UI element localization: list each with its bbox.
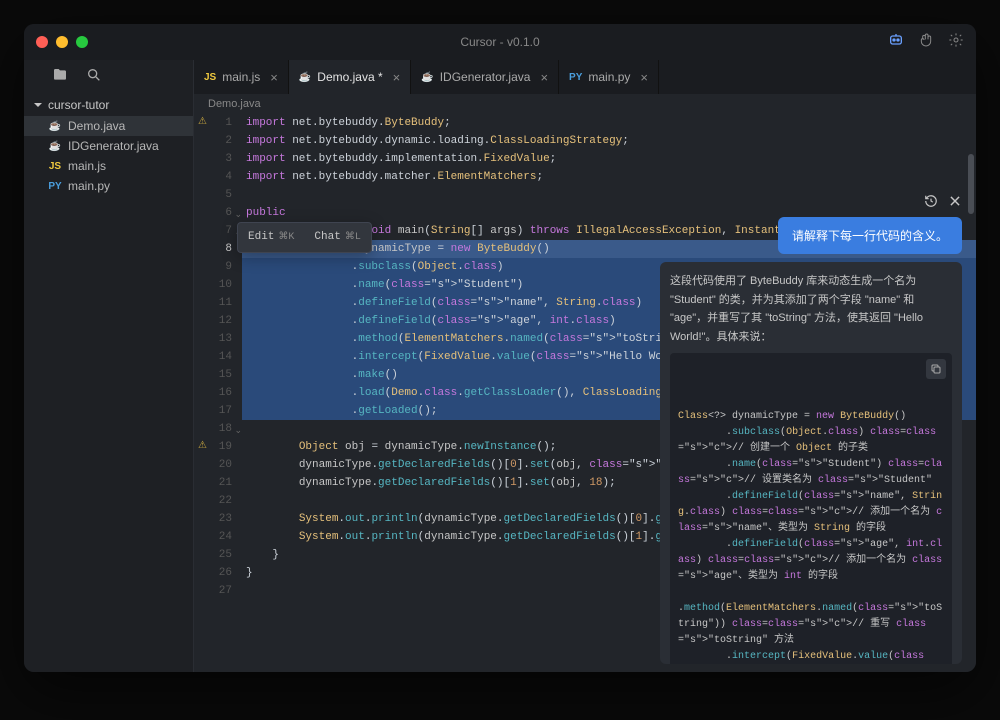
hint-edit[interactable]: Edit⌘K	[238, 223, 304, 252]
file-type-icon: JS	[204, 72, 216, 83]
file-demo-java[interactable]: ☕ Demo.java	[24, 116, 193, 136]
file-label: Demo.java	[68, 119, 125, 133]
file-label: main.py	[68, 179, 110, 193]
code-line: import net.bytebuddy.dynamic.loading.Cla…	[242, 132, 976, 150]
line-number: 13	[194, 330, 232, 348]
history-icon[interactable]	[924, 194, 938, 213]
line-number: 24	[194, 528, 232, 546]
line-number: 26	[194, 564, 232, 582]
close-icon[interactable]: ×	[270, 70, 278, 85]
line-number: 1	[194, 114, 232, 132]
line-number: 10	[194, 276, 232, 294]
line-number: 22	[194, 492, 232, 510]
folder-cursor-tutor[interactable]: cursor-tutor	[24, 94, 193, 116]
breadcrumb: Demo.java	[194, 94, 976, 114]
file-type-icon: PY	[569, 72, 582, 83]
response-code-block: Class<?> dynamicType = new ByteBuddy() .…	[670, 353, 952, 664]
line-number: 16	[194, 384, 232, 402]
copy-button[interactable]	[926, 359, 946, 379]
ai-icon[interactable]	[888, 32, 904, 53]
sidebar: cursor-tutor ☕ Demo.java ☕ IDGenerator.java…	[24, 60, 194, 672]
file-main-js[interactable]: JS main.js	[24, 156, 193, 176]
file-type-icon: ☕	[299, 72, 311, 83]
file-type-icon: ☕	[48, 141, 62, 152]
hint-chat[interactable]: Chat⌘L	[304, 223, 370, 252]
file-type-icon: ☕	[48, 121, 62, 132]
file-label: main.js	[68, 159, 106, 173]
close-icon[interactable]: ×	[393, 70, 401, 85]
window-title: Cursor - v0.1.0	[24, 35, 976, 49]
chevron-down-icon	[32, 99, 44, 111]
line-number: 4	[194, 168, 232, 186]
close-icon[interactable]: ×	[540, 70, 548, 85]
tab-label: main.js	[222, 70, 260, 84]
line-number: 11	[194, 294, 232, 312]
file-main-py[interactable]: PY main.py	[24, 176, 193, 196]
file-idgenerator-java[interactable]: ☕ IDGenerator.java	[24, 136, 193, 156]
line-number: 7⌄	[194, 222, 232, 240]
assistant-response[interactable]: 这段代码使用了 ByteBuddy 库来动态生成一个名为 "Student" 的…	[660, 262, 962, 664]
inline-hint: Edit⌘K Chat⌘L	[237, 222, 372, 253]
line-number: 21	[194, 474, 232, 492]
tab-demo-java[interactable]: ☕ Demo.java * ×	[289, 60, 411, 94]
line-number: 5	[194, 186, 232, 204]
response-text-1: 这段代码使用了 ByteBuddy 库来动态生成一个名为 "Student" 的…	[670, 272, 952, 347]
gear-icon[interactable]	[948, 32, 964, 53]
close-window-button[interactable]	[36, 36, 48, 48]
line-number: 15	[194, 366, 232, 384]
tab-idgenerator-java[interactable]: ☕ IDGenerator.java ×	[411, 60, 559, 94]
line-number: 9	[194, 258, 232, 276]
tab-label: main.py	[588, 70, 630, 84]
line-number: 23	[194, 510, 232, 528]
line-number: 12	[194, 312, 232, 330]
code-line: import net.bytebuddy.implementation.Fixe…	[242, 150, 976, 168]
line-number: 17	[194, 402, 232, 420]
file-type-icon: ☕	[421, 72, 433, 83]
titlebar: Cursor - v0.1.0	[24, 24, 976, 60]
line-number: 18⌄	[194, 420, 232, 438]
code-line: import net.bytebuddy.matcher.ElementMatc…	[242, 168, 976, 186]
user-prompt: 请解释下每一行代码的含义。	[778, 217, 962, 254]
hand-icon[interactable]	[918, 32, 934, 53]
files-icon[interactable]	[52, 67, 68, 88]
tab-label: IDGenerator.java	[440, 70, 531, 84]
tab-main-py[interactable]: PY main.py ×	[559, 60, 659, 94]
line-number: 14	[194, 348, 232, 366]
line-number: 27	[194, 582, 232, 600]
line-number: 2	[194, 132, 232, 150]
search-icon[interactable]	[86, 67, 102, 88]
line-number: 19	[194, 438, 232, 456]
file-type-icon: JS	[48, 161, 62, 172]
tab-main-js[interactable]: JS main.js ×	[194, 60, 289, 94]
minimize-window-button[interactable]	[56, 36, 68, 48]
tab-bar: JS main.js × ☕ Demo.java * × ☕ IDGenerator.java…	[194, 60, 976, 94]
scrollbar[interactable]	[968, 154, 974, 214]
folder-label: cursor-tutor	[48, 98, 109, 112]
file-label: IDGenerator.java	[68, 139, 159, 153]
maximize-window-button[interactable]	[76, 36, 88, 48]
close-icon[interactable]	[948, 194, 962, 213]
tab-label: Demo.java *	[317, 70, 382, 84]
line-number: 20	[194, 456, 232, 474]
line-number: 6⌄	[194, 204, 232, 222]
line-number: 8	[194, 240, 232, 258]
line-number: 3	[194, 150, 232, 168]
file-type-icon: PY	[48, 181, 62, 192]
line-number: 25	[194, 546, 232, 564]
chat-panel: 请解释下每一行代码的含义。 这段代码使用了 ByteBuddy 库来动态生成一个…	[660, 190, 962, 664]
code-line: import net.bytebuddy.ByteBuddy;	[242, 114, 976, 132]
close-icon[interactable]: ×	[640, 70, 648, 85]
